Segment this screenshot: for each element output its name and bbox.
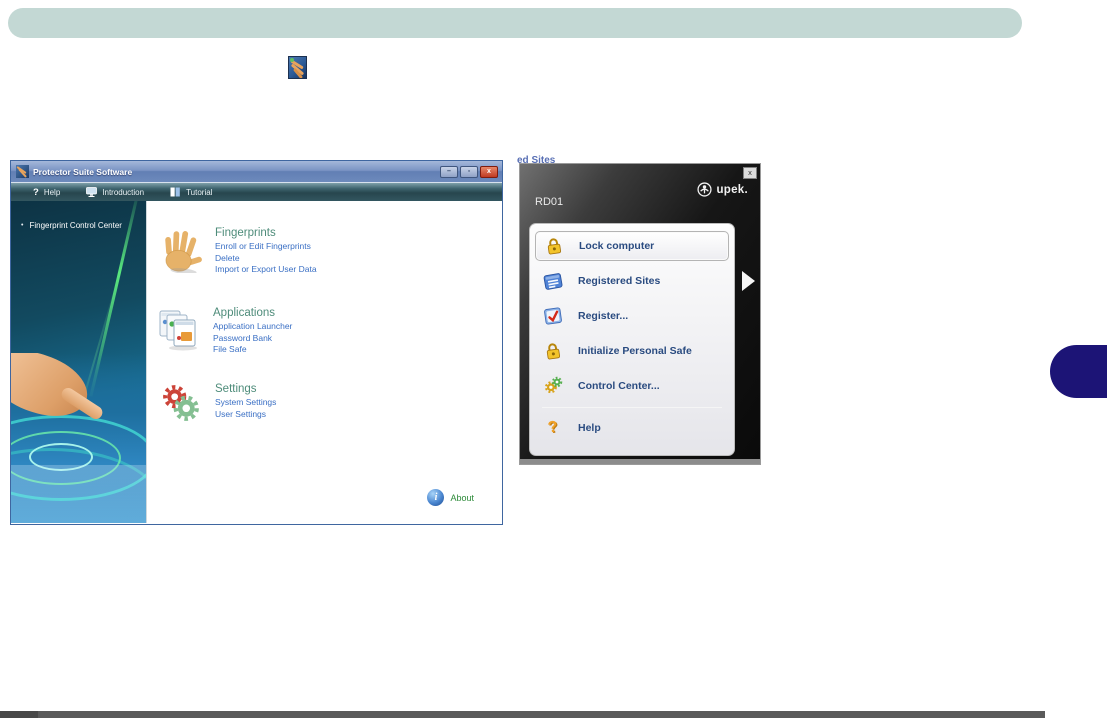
app-icon bbox=[16, 165, 29, 178]
about-button[interactable]: i About bbox=[427, 489, 474, 506]
link-password-bank[interactable]: Password Bank bbox=[213, 333, 292, 345]
link-file-safe[interactable]: File Safe bbox=[213, 344, 292, 356]
section-fingerprints: Fingerprints Enroll or Edit Fingerprints… bbox=[159, 227, 317, 276]
menu-item-label: Initialize Personal Safe bbox=[578, 344, 692, 357]
menu-introduction[interactable]: Introduction bbox=[86, 187, 144, 197]
hand-icon bbox=[159, 227, 203, 276]
gears-icon bbox=[159, 383, 203, 423]
bullet-icon: • bbox=[21, 222, 24, 229]
menu-tutorial-label: Tutorial bbox=[186, 187, 213, 197]
registered-sites-icon bbox=[541, 270, 565, 292]
menu-item-registered-sites[interactable]: Registered Sites bbox=[530, 263, 734, 298]
menu-help-label: Help bbox=[43, 187, 61, 197]
application-windows-icon bbox=[157, 307, 201, 356]
protector-suite-window: Protector Suite Software – ▫ x ? Help In… bbox=[10, 160, 503, 525]
user-label: RD01 bbox=[535, 196, 564, 208]
menu-item-label: Control Center... bbox=[578, 379, 660, 392]
section-title: Applications bbox=[213, 307, 276, 319]
sidebar-item-fingerprint-control-center[interactable]: • Fingerprint Control Center bbox=[11, 201, 146, 231]
link-enroll-or-edit-fingerprints[interactable]: Enroll or Edit Fingerprints bbox=[215, 241, 317, 253]
info-icon: i bbox=[427, 489, 445, 506]
fingerprint-app-icon bbox=[288, 56, 307, 79]
main-panel: Fingerprints Enroll or Edit Fingerprints… bbox=[146, 201, 502, 523]
close-icon[interactable]: x bbox=[743, 167, 757, 179]
menu-introduction-label: Introduction bbox=[102, 187, 145, 197]
menu-item-register[interactable]: Register... bbox=[530, 298, 734, 333]
page-header-bar bbox=[8, 8, 1022, 38]
menu-divider bbox=[542, 407, 722, 408]
menu-help[interactable]: ? Help bbox=[33, 187, 60, 198]
link-import-or-export-user-data[interactable]: Import or Export User Data bbox=[215, 264, 317, 276]
menu-item-label: Register... bbox=[578, 309, 629, 322]
menu-item-label: Help bbox=[578, 421, 601, 434]
upek-logo: upek. bbox=[697, 182, 748, 197]
upek-brand-label: upek. bbox=[716, 183, 748, 196]
section-settings: Settings System Settings User Settings bbox=[159, 383, 276, 423]
register-check-icon bbox=[541, 305, 565, 327]
link-delete[interactable]: Delete bbox=[215, 253, 317, 265]
menu-item-control-center[interactable]: Control Center... bbox=[530, 368, 734, 403]
help-question-icon: ? bbox=[546, 417, 559, 437]
menu-item-initialize-personal-safe[interactable]: Initialize Personal Safe bbox=[530, 333, 734, 368]
close-button[interactable]: x bbox=[480, 165, 498, 178]
menu-tutorial[interactable]: Tutorial bbox=[170, 187, 212, 197]
sidebar-item-label: Fingerprint Control Center bbox=[29, 221, 122, 230]
maximize-button[interactable]: ▫ bbox=[460, 165, 478, 178]
book-icon bbox=[170, 187, 180, 197]
control-gears-icon bbox=[541, 375, 565, 396]
upek-person-icon bbox=[697, 182, 713, 197]
menubar: ? Help Introduction Tutorial bbox=[11, 182, 502, 201]
lock-icon bbox=[541, 341, 565, 361]
section-applications: Applications Application Launcher Passwo… bbox=[157, 307, 292, 356]
chapter-tab bbox=[1050, 345, 1107, 398]
titlebar[interactable]: Protector Suite Software – ▫ x bbox=[11, 161, 502, 182]
sidebar: • Fingerprint Control Center bbox=[11, 201, 146, 523]
expand-arrow-icon[interactable] bbox=[742, 271, 755, 291]
biomenu-window: x upek. RD01 Lock computer Registered Si… bbox=[519, 163, 761, 465]
window-title: Protector Suite Software bbox=[33, 166, 133, 177]
manual-page: Protector Suite Software – ▫ x ? Help In… bbox=[0, 0, 1107, 721]
menu-item-label: Lock computer bbox=[579, 240, 655, 252]
window-body: • Fingerprint Control Center Fingerprint… bbox=[11, 201, 502, 523]
page-footer-bar bbox=[0, 711, 1045, 718]
link-user-settings[interactable]: User Settings bbox=[215, 409, 276, 421]
minimize-button[interactable]: – bbox=[440, 165, 458, 178]
biomenu-panel: Lock computer Registered Sites Register.… bbox=[529, 223, 735, 456]
link-system-settings[interactable]: System Settings bbox=[215, 397, 276, 409]
section-title: Settings bbox=[215, 383, 257, 395]
footer-bar-segment bbox=[0, 711, 38, 718]
monitor-icon bbox=[86, 187, 98, 197]
menu-item-label: Registered Sites bbox=[578, 274, 661, 287]
lock-icon bbox=[542, 236, 566, 256]
question-icon: ? bbox=[33, 186, 39, 198]
menu-item-lock-computer[interactable]: Lock computer bbox=[535, 231, 729, 261]
about-label: About bbox=[450, 492, 474, 503]
link-application-launcher[interactable]: Application Launcher bbox=[213, 321, 292, 333]
menu-item-help[interactable]: ? Help bbox=[530, 410, 734, 445]
fingerprint-touch-artwork bbox=[11, 353, 146, 523]
section-title: Fingerprints bbox=[215, 227, 276, 239]
